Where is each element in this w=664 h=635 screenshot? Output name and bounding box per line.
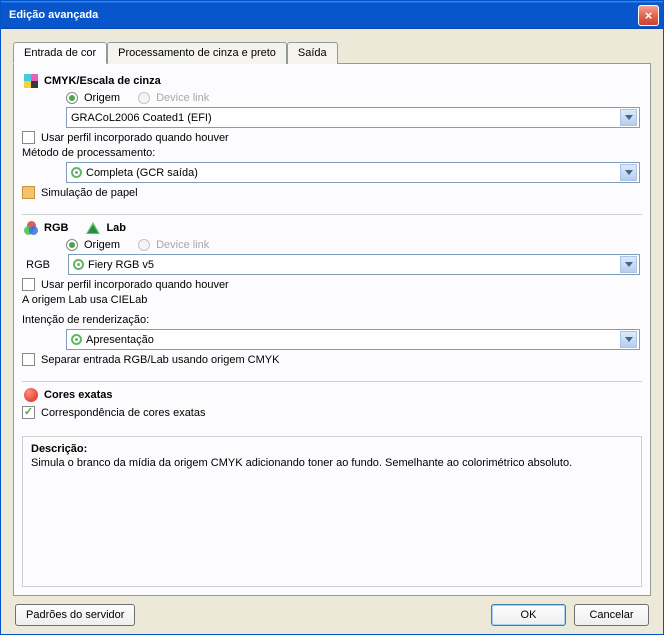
dropdown-arrow-icon [620,164,637,181]
cmyk-profile-select[interactable]: GRACoL2006 Coated1 (EFI) [66,107,640,128]
status-dot-icon [71,167,82,178]
rgb-source-row: Origem Device link [66,239,642,251]
tab-output[interactable]: Saída [287,42,338,64]
content-area: Entrada de cor Processamento de cinza e … [1,29,663,634]
rendering-intent-value: Apresentação [86,334,154,346]
cmyk-source-row: Origem Device link [66,92,642,104]
description-body: Simula o branco da mídia da origem CMYK … [31,457,633,469]
paper-sim-label: Simulação de papel [41,187,138,199]
divider [22,214,642,215]
status-dot-icon [73,259,84,270]
tab-bar: Entrada de cor Processamento de cinza e … [13,41,651,63]
footer: Padrões do servidor OK Cancelar [13,596,651,626]
cmyk-source-radio[interactable] [66,92,78,104]
description-title: Descrição: [31,443,633,455]
rgb-embedded-label: Usar perfil incorporado quando houver [41,279,229,291]
tab-color-input[interactable]: Entrada de cor [13,42,107,64]
rgb-heading: RGB [44,222,68,234]
cmyk-embedded-checkbox[interactable] [22,131,35,144]
dialog-window: Edição avançada × Entrada de cor Process… [0,0,664,635]
dropdown-arrow-icon [620,109,637,126]
rgb-section: RGB Lab Origem Device link RGB [22,219,642,377]
rgb-devicelink-label: Device link [156,239,209,251]
divider [22,381,642,382]
cmyk-method-select[interactable]: Completa (GCR saída) [66,162,640,183]
rgb-source-label: Origem [84,239,120,251]
rendering-intent-label: Intenção de renderização: [22,314,149,326]
separate-rgb-checkbox[interactable] [22,353,35,366]
cmyk-heading: CMYK/Escala de cinza [44,75,161,87]
cmyk-embedded-label: Usar perfil incorporado quando houver [41,132,229,144]
ok-button[interactable]: OK [491,604,566,626]
rgb-profile-select[interactable]: Fiery RGB v5 [68,254,640,275]
lab-note: A origem Lab usa CIELab [22,294,147,306]
spot-color-icon [24,388,38,402]
rendering-intent-select[interactable]: Apresentação [66,329,640,350]
description-box: Descrição: Simula o branco da mídia da o… [22,436,642,587]
cmyk-profile-value: GRACoL2006 Coated1 (EFI) [71,112,212,124]
cmyk-source-label: Origem [84,92,120,104]
spot-match-checkbox[interactable] [22,406,35,419]
window-title: Edição avançada [9,9,638,21]
close-button[interactable]: × [638,5,659,26]
paper-sim-checkbox[interactable] [22,186,35,199]
status-dot-icon [71,334,82,345]
cmyk-method-label: Método de processamento: [22,147,155,159]
server-defaults-button[interactable]: Padrões do servidor [15,604,135,626]
spot-section: Cores exatas Correspondência de cores ex… [22,386,642,430]
titlebar: Edição avançada × [1,1,663,29]
separate-rgb-label: Separar entrada RGB/Lab usando origem CM… [41,354,279,366]
cmyk-section: CMYK/Escala de cinza Origem Device link … [22,72,642,210]
cancel-button[interactable]: Cancelar [574,604,649,626]
rgb-side-label: RGB [26,259,50,271]
tab-gray-black[interactable]: Processamento de cinza e preto [107,42,287,64]
rgb-profile-value: Fiery RGB v5 [88,259,154,271]
rgb-heading-row: RGB Lab [22,221,642,235]
lab-heading: Lab [106,222,126,234]
dropdown-arrow-icon [620,331,637,348]
lab-icon [86,221,100,235]
cmyk-method-value: Completa (GCR saída) [86,167,198,179]
cmyk-heading-row: CMYK/Escala de cinza [22,74,642,88]
cmyk-icon [24,74,38,88]
spot-heading: Cores exatas [44,389,113,401]
cmyk-devicelink-label: Device link [156,92,209,104]
spot-heading-row: Cores exatas [22,388,642,402]
rgb-devicelink-radio [138,239,150,251]
dropdown-arrow-icon [620,256,637,273]
rgb-icon [24,221,38,235]
cmyk-devicelink-radio [138,92,150,104]
rgb-embedded-checkbox[interactable] [22,278,35,291]
spot-match-label: Correspondência de cores exatas [41,407,205,419]
tab-panel-color-input: CMYK/Escala de cinza Origem Device link … [13,63,651,596]
rgb-source-radio[interactable] [66,239,78,251]
